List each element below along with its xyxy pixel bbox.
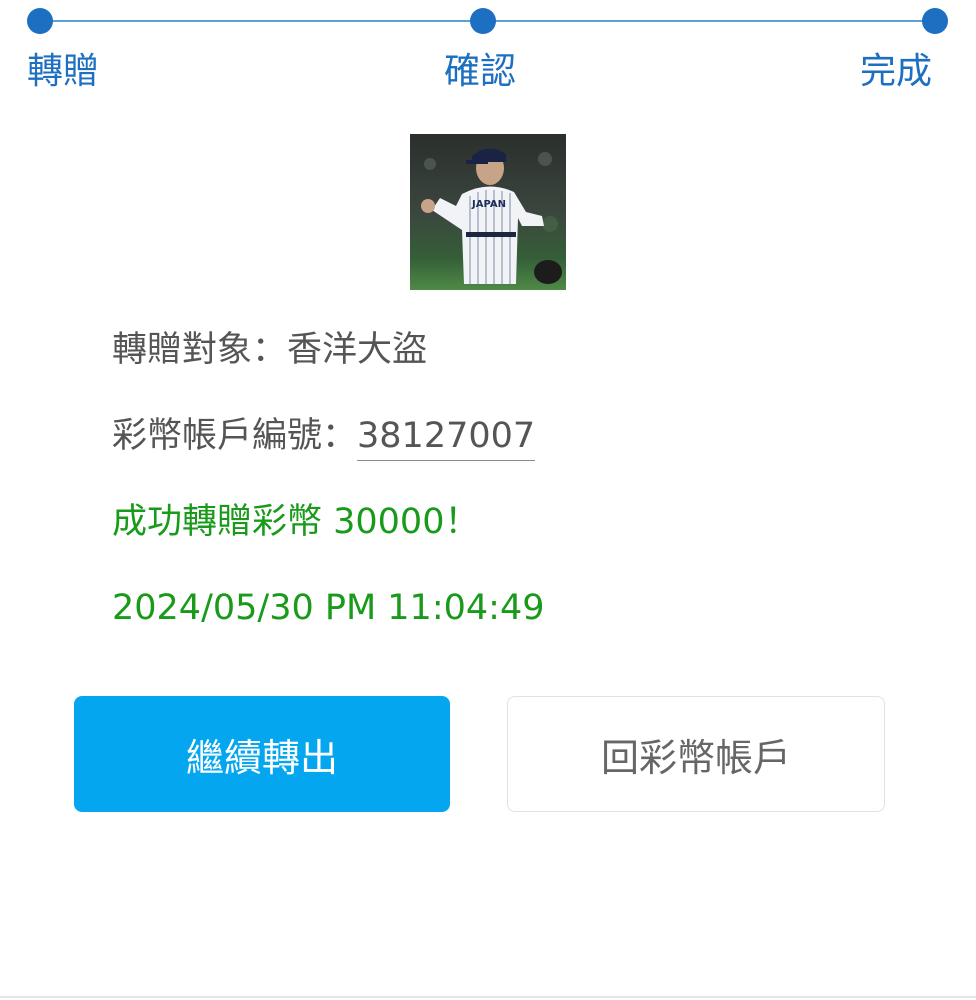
account-number[interactable]: 38127007: [357, 414, 536, 461]
step-label-transfer: 轉贈: [27, 51, 100, 92]
step-label-confirm: 確認: [444, 51, 517, 92]
account-line: 彩幣帳戶編號：38127007: [112, 414, 536, 461]
continue-transfer-button[interactable]: 繼續轉出: [74, 696, 450, 812]
step-dot-complete: [922, 8, 948, 34]
account-label: 彩幣帳戶編號：: [112, 416, 358, 456]
step-dot-confirm: [470, 8, 496, 34]
recipient-label: 轉贈對象：: [112, 330, 288, 370]
back-to-account-button[interactable]: 回彩幣帳戶: [507, 696, 885, 812]
avatar-photo: JAPAN: [410, 134, 566, 290]
continue-transfer-label: 繼續轉出: [185, 735, 338, 780]
jersey-text: JAPAN: [471, 199, 506, 210]
success-message: 成功轉贈彩幣 30000！: [112, 502, 480, 542]
step-dot-transfer: [27, 8, 53, 34]
transfer-timestamp: 2024/05/30 PM 11:04:49: [112, 588, 545, 628]
bottom-divider: [0, 996, 976, 998]
step-label-complete: 完成: [860, 51, 933, 92]
recipient-name: 香洋大盜: [287, 330, 428, 370]
transfer-complete-page: 轉贈 確認 完成 JAPAN 轉贈對象：香洋大盜 彩幣帳戶編號：38127007…: [0, 0, 976, 1000]
back-to-account-label: 回彩幣帳戶: [600, 735, 791, 780]
recipient-avatar: JAPAN: [410, 134, 566, 290]
recipient-line: 轉贈對象：香洋大盜: [112, 328, 427, 372]
